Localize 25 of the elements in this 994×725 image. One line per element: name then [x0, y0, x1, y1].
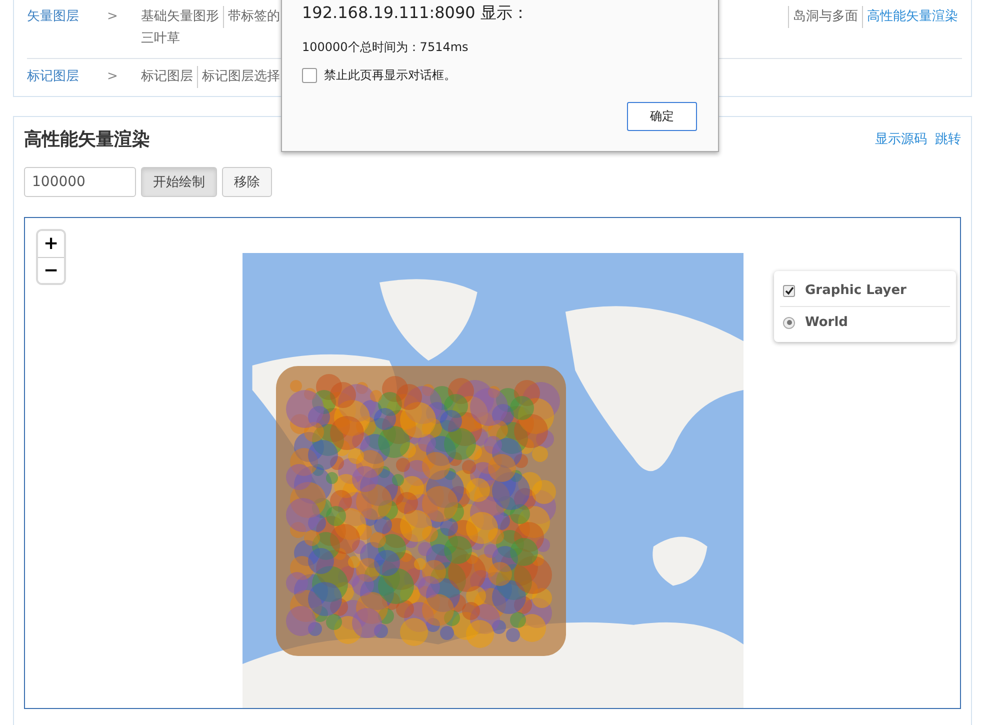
dialog-message: 100000个总时间为：7514ms — [302, 39, 470, 56]
ok-button[interactable]: 确定 — [627, 102, 697, 131]
header-link[interactable]: 显示源码 — [875, 130, 927, 148]
category-link[interactable]: 矢量图层 — [27, 6, 107, 50]
suppress-label: 禁止此页再显示对话框。 — [324, 67, 456, 84]
section-title: 高性能矢量渲染 — [24, 128, 150, 151]
count-field[interactable]: 100000 — [24, 167, 136, 197]
separator-text: > — [107, 68, 119, 86]
zoom-out-button[interactable]: − — [38, 257, 64, 283]
separator-text: > — [107, 8, 119, 26]
category-link[interactable]: 标记图层 — [27, 66, 107, 88]
suppress-checkbox[interactable] — [302, 68, 317, 83]
layer-radio[interactable] — [783, 316, 795, 328]
layer-label: World — [805, 315, 848, 330]
demo-link[interactable]: 标记图层 — [141, 66, 197, 88]
demo-link[interactable]: 岛洞与多面 — [788, 6, 862, 28]
demo-link[interactable]: 三叶草 — [141, 28, 184, 50]
demo-link[interactable]: 高性能矢量渲染 — [862, 6, 962, 28]
layer-checkbox[interactable] — [783, 284, 795, 296]
remove-button[interactable]: 移除 — [222, 167, 272, 197]
layer-label: Graphic Layer — [805, 283, 906, 298]
demo-link[interactable]: 基础矢量图形 — [141, 6, 223, 28]
draw-button[interactable]: 开始绘制 — [141, 167, 217, 197]
dialog-title: 192.168.19.111:8090 显示： — [302, 3, 530, 24]
header-link[interactable]: 跳转 — [935, 130, 961, 148]
